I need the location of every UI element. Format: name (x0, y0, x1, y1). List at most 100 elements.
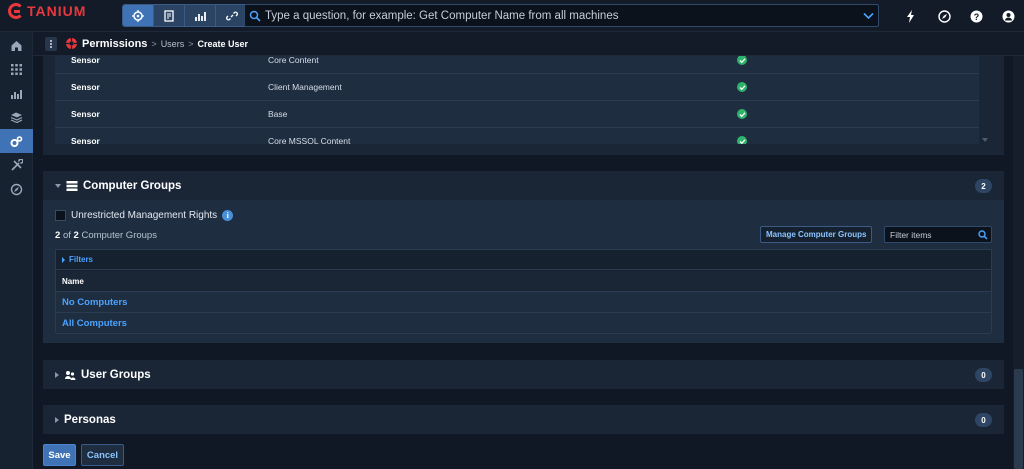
collapse-caret-icon[interactable] (55, 183, 61, 188)
unrestricted-label[interactable]: Unrestricted Management Rights (71, 210, 217, 221)
home-icon (11, 40, 22, 51)
unrestricted-checkbox[interactable] (55, 210, 66, 221)
scrollbar-thumb[interactable] (1014, 369, 1023, 469)
admin-gears-icon (10, 135, 23, 147)
lightning-icon[interactable] (903, 8, 919, 24)
breadcrumb-create-user: Create User (197, 38, 248, 49)
sensor-name: Core Content (268, 56, 319, 65)
reports-icon (11, 89, 22, 99)
mode-chart-button[interactable] (185, 5, 216, 26)
apps-grid-icon (11, 63, 22, 75)
sensor-name: Core MSSQL Content (268, 136, 351, 144)
compass-icon[interactable] (936, 8, 952, 24)
unrestricted-option: Unrestricted Management Rights i (55, 210, 234, 221)
main-content: Sensor Core Content Sensor Client Manage… (33, 56, 1013, 469)
check-icon (737, 136, 747, 144)
table-row: Sensor Core MSSQL Content (55, 128, 990, 144)
manage-computer-groups-button[interactable]: Manage Computer Groups (760, 226, 873, 243)
computer-groups-header[interactable]: Computer Groups 2 (43, 171, 1004, 200)
table-row: Sensor Client Management (55, 74, 990, 101)
page-scrollbar[interactable] (1013, 56, 1024, 469)
sensor-type: Sensor (71, 82, 100, 92)
modules-icon (10, 112, 23, 123)
table-row: Sensor Base (55, 101, 990, 128)
info-icon[interactable]: i (222, 210, 234, 221)
tanium-logo[interactable]: TANIUM (8, 3, 86, 19)
breadcrumb-separator: > (151, 38, 157, 49)
sensor-type: Sensor (71, 136, 100, 144)
tools-icon (11, 158, 23, 171)
nav-administration[interactable] (0, 129, 33, 153)
sensor-table: Sensor Core Content Sensor Client Manage… (55, 56, 990, 144)
expand-caret-icon[interactable] (55, 416, 59, 423)
computer-groups-body: Unrestricted Management Rights i 2 of 2 … (43, 200, 1004, 343)
cancel-button[interactable]: Cancel (81, 444, 124, 466)
page-title[interactable]: Permissions (82, 38, 147, 50)
breadcrumb-users[interactable]: Users (161, 39, 185, 49)
search-icon[interactable] (975, 229, 991, 240)
table-scrollbar[interactable] (979, 56, 990, 144)
file-icon (164, 9, 174, 22)
breadcrumb-separator: > (188, 38, 194, 49)
user-groups-icon (65, 370, 76, 380)
user-groups-panel[interactable]: User Groups 0 (43, 360, 1004, 389)
sensor-name: Client Management (268, 82, 342, 92)
computer-groups-panel: Computer Groups 2 Unrestricted Managemen… (43, 171, 1004, 343)
computer-groups-count: 2 of 2 Computer Groups (55, 230, 157, 241)
nav-modules[interactable] (0, 105, 33, 129)
expand-caret-icon[interactable] (55, 371, 59, 378)
save-button[interactable]: Save (43, 444, 76, 466)
computer-groups-title: Computer Groups (83, 179, 182, 192)
column-header-name[interactable]: Name (56, 271, 991, 292)
sensor-permissions-panel: Sensor Core Content Sensor Client Manage… (43, 56, 1004, 155)
table-row[interactable]: All Computers (56, 313, 991, 334)
computer-groups-grid: Filters Name No Computers All Computers (55, 249, 992, 334)
user-icon[interactable] (1000, 8, 1016, 24)
count-badge: 2 (975, 179, 992, 193)
count-badge: 0 (975, 413, 992, 427)
computer-group-link[interactable]: No Computers (62, 297, 127, 308)
check-icon (737, 82, 747, 92)
computer-group-link[interactable]: All Computers (62, 318, 127, 329)
filters-toggle[interactable]: Filters (56, 250, 991, 270)
nav-home[interactable] (0, 33, 33, 57)
mode-link-button[interactable] (216, 5, 247, 26)
table-row[interactable]: No Computers (56, 292, 991, 313)
nav-tools[interactable] (0, 153, 33, 177)
filter-items-input[interactable] (885, 229, 975, 240)
link-icon (225, 11, 238, 20)
question-bar (244, 4, 879, 27)
compass-icon (10, 183, 23, 195)
check-icon (737, 56, 747, 65)
mode-switcher (122, 4, 248, 27)
mode-target-button[interactable] (123, 5, 154, 26)
scroll-down-arrow-icon[interactable] (982, 138, 988, 142)
nav-reports[interactable] (0, 81, 33, 105)
help-icon[interactable]: ? (968, 8, 984, 24)
left-nav-rail (0, 32, 33, 469)
question-dropdown-chevron-icon[interactable] (858, 12, 878, 20)
sensor-type: Sensor (71, 56, 100, 65)
question-input[interactable] (265, 9, 858, 22)
target-icon (132, 9, 144, 22)
bar-chart-icon (195, 11, 206, 21)
logo-text: TANIUM (27, 3, 87, 19)
search-icon (245, 10, 265, 22)
sensor-name: Base (268, 109, 288, 119)
filters-label: Filters (69, 255, 94, 264)
user-groups-title: User Groups (81, 368, 151, 381)
permissions-icon (66, 38, 77, 49)
personas-title: Personas (64, 413, 116, 426)
svg-text:?: ? (973, 12, 979, 22)
count-badge: 0 (975, 368, 992, 382)
nav-apps[interactable] (0, 57, 33, 81)
top-bar: TANIUM ? (0, 0, 1024, 32)
table-row: Sensor Core Content (55, 56, 990, 74)
more-menu-icon[interactable] (45, 36, 57, 51)
personas-panel[interactable]: Personas 0 (43, 405, 1004, 434)
logo-mark-icon (8, 3, 24, 19)
filter-box (884, 226, 992, 243)
filters-caret-icon (62, 256, 65, 263)
nav-discover[interactable] (0, 177, 33, 201)
mode-file-button[interactable] (154, 5, 185, 26)
